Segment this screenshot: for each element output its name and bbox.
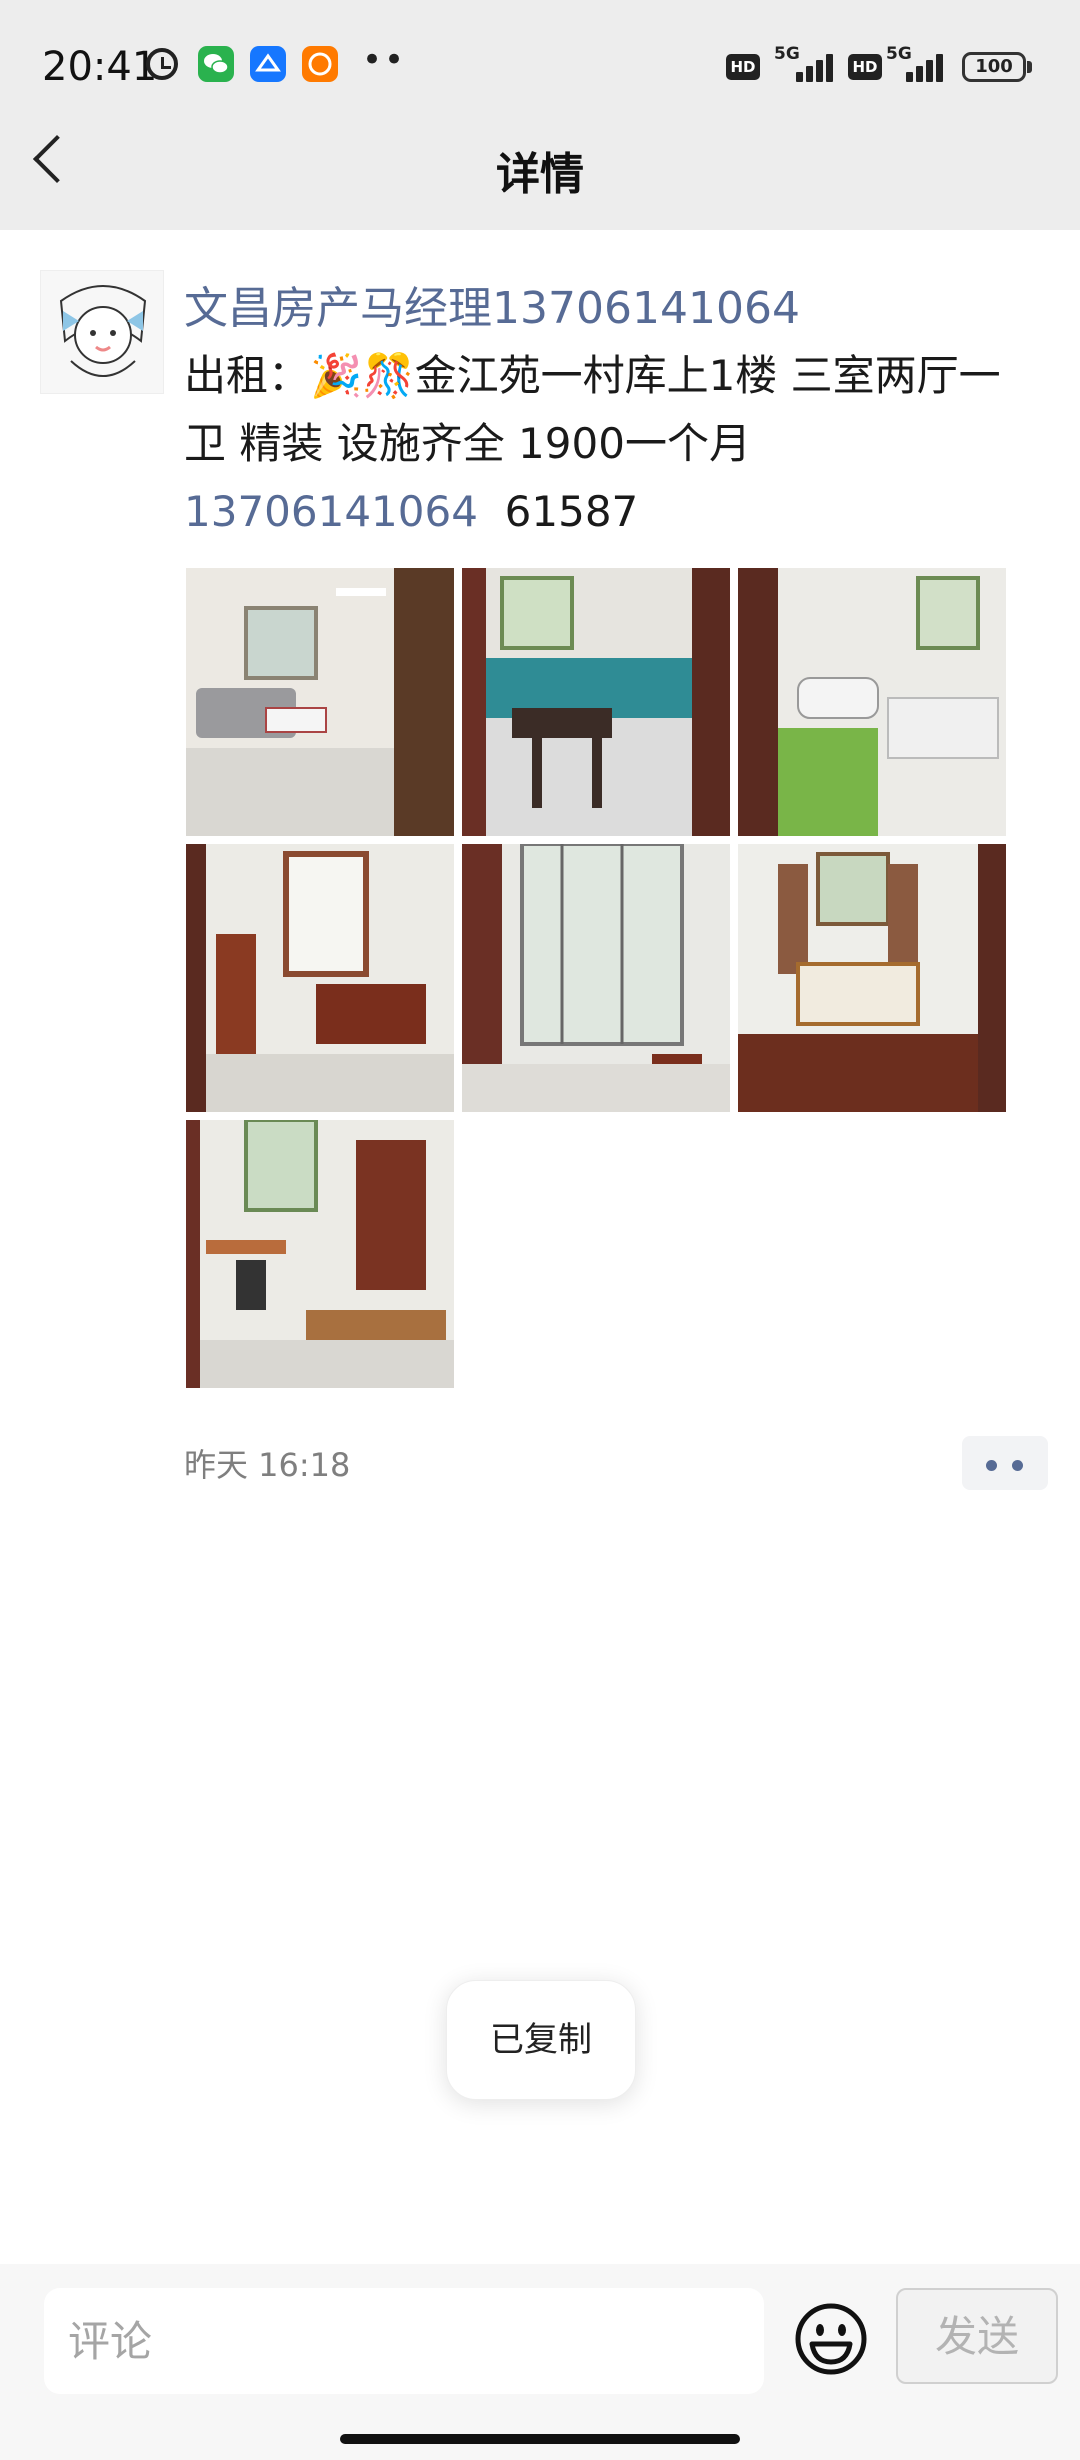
- photo-bathroom[interactable]: [738, 568, 1006, 836]
- hd-badge-1: HD: [726, 54, 760, 80]
- avatar[interactable]: [40, 270, 164, 394]
- photo-kitchen[interactable]: [462, 568, 730, 836]
- battery-tip: [1027, 61, 1032, 73]
- battery-icon: 100: [962, 52, 1026, 82]
- comment-input[interactable]: [44, 2288, 764, 2394]
- photo-balcony[interactable]: [462, 844, 730, 1112]
- photo-bedroom[interactable]: [186, 844, 454, 1112]
- photo-study-room[interactable]: [186, 1120, 454, 1388]
- top-bar: 20:41 •• HD 5G HD 5G 100 详情: [0, 0, 1080, 230]
- alarm-icon: [146, 48, 178, 80]
- signal-bars-2-icon: [900, 52, 948, 82]
- emoji-icon[interactable]: [794, 2302, 868, 2376]
- more-notifications-icon: ••: [362, 40, 407, 80]
- status-time: 20:41: [42, 44, 158, 90]
- hd-badge-2: HD: [848, 54, 882, 80]
- signal-bars-1-icon: [790, 52, 838, 82]
- wechat-icon: [198, 46, 234, 82]
- home-indicator[interactable]: [340, 2434, 740, 2444]
- page-title: 详情: [496, 149, 584, 200]
- post-text-suffix: 61587: [504, 487, 639, 536]
- author-name[interactable]: 文昌房产马经理13706141064: [184, 272, 800, 336]
- send-button[interactable]: 发送: [896, 2288, 1058, 2384]
- post-text: 出租：🎉🎊金江苑一村库上1楼 三室两厅一卫 精装 设施齐全 1900一个月 13…: [184, 342, 1004, 546]
- taobao-icon: [302, 46, 338, 82]
- photo-bedroom-2[interactable]: [738, 844, 1006, 1112]
- post-text-main: 出租：🎉🎊金江苑一村库上1楼 三室两厅一卫 精装 设施齐全 1900一个月: [184, 351, 1001, 468]
- post-timestamp: 昨天 16:18: [184, 1446, 351, 1484]
- phone-link[interactable]: 13706141064: [184, 487, 478, 536]
- more-actions-button[interactable]: [962, 1436, 1048, 1490]
- alipay-icon: [250, 46, 286, 82]
- photo-living-room[interactable]: [186, 568, 454, 836]
- copied-toast: 已复制: [446, 1980, 636, 2100]
